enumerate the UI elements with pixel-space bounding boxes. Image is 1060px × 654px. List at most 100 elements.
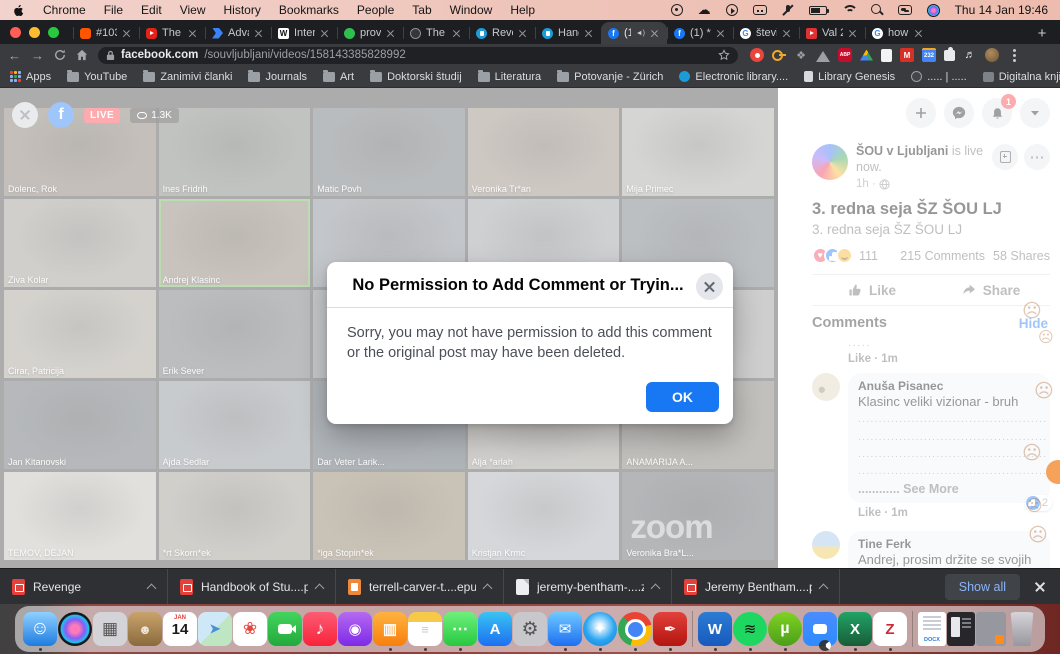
- puzzle-extension-icon[interactable]: [944, 50, 955, 61]
- tab-close-icon[interactable]: [782, 28, 792, 38]
- browser-tab[interactable]: The H: [139, 22, 205, 44]
- tab-close-icon[interactable]: [518, 28, 528, 38]
- bookmark-item[interactable]: YouTube: [67, 71, 127, 83]
- menu-item[interactable]: Tab: [412, 3, 431, 17]
- tab-close-icon[interactable]: [914, 28, 924, 38]
- siri-icon[interactable]: [58, 612, 92, 646]
- download-menu-chevron[interactable]: [483, 583, 493, 593]
- menu-item[interactable]: Help: [510, 3, 535, 17]
- trash-icon[interactable]: [1007, 612, 1037, 646]
- download-menu-chevron[interactable]: [147, 583, 157, 593]
- acrobat-icon[interactable]: ✒: [653, 612, 687, 646]
- tab-close-icon[interactable]: [452, 28, 462, 38]
- zoom-icon[interactable]: [803, 612, 837, 646]
- tab-close-icon[interactable]: [716, 28, 726, 38]
- minimize-window-button[interactable]: [29, 27, 40, 38]
- word-icon[interactable]: W: [698, 612, 732, 646]
- menu-item[interactable]: Chrome: [43, 3, 86, 17]
- document-thumb[interactable]: [947, 612, 975, 646]
- cloud-backup-icon[interactable]: ☁: [698, 4, 711, 16]
- browser-tab[interactable]: Rever: [469, 22, 535, 44]
- excel-icon[interactable]: X: [838, 612, 872, 646]
- app-status-icon[interactable]: [671, 4, 683, 16]
- app-store-icon[interactable]: A: [478, 612, 512, 646]
- bookmark-item[interactable]: Electronic library....: [679, 71, 788, 83]
- messages-icon[interactable]: ⋯: [443, 612, 477, 646]
- finder-icon[interactable]: ☺: [23, 612, 57, 646]
- bookmark-item[interactable]: Doktorski študij: [370, 71, 462, 83]
- maximize-window-button[interactable]: [48, 27, 59, 38]
- download-item[interactable]: jeremy-bentham-....zip: [504, 569, 672, 604]
- browser-tab[interactable]: provis: [337, 22, 403, 44]
- tab-close-icon[interactable]: [650, 28, 660, 38]
- system-preferences-icon[interactable]: ⚙: [513, 612, 547, 646]
- maps-icon[interactable]: ➤: [198, 612, 232, 646]
- apple-menu-icon[interactable]: [12, 3, 25, 18]
- menu-item[interactable]: View: [180, 3, 206, 17]
- bookmark-item[interactable]: ..... | .....: [911, 71, 967, 83]
- browser-tab[interactable]: G števil: [733, 22, 799, 44]
- tab-close-icon[interactable]: [188, 28, 198, 38]
- bookmark-star-icon[interactable]: [718, 49, 730, 61]
- browser-tab[interactable]: Handb: [535, 22, 601, 44]
- download-menu-chevron[interactable]: [819, 583, 829, 593]
- keyboard-icon[interactable]: [753, 5, 767, 15]
- bookmark-item[interactable]: Journals: [248, 71, 307, 83]
- bookmark-item[interactable]: Literatura: [478, 71, 541, 83]
- control-center-icon[interactable]: [898, 5, 912, 15]
- spotlight-search-icon[interactable]: [871, 4, 883, 16]
- close-window-button[interactable]: [10, 27, 21, 38]
- bookmark-item[interactable]: Digitalna knjižnica...: [983, 71, 1060, 83]
- browser-tab[interactable]: Val 20: [799, 22, 865, 44]
- triangle-extension-icon[interactable]: [816, 44, 830, 62]
- browser-tab[interactable]: G how t: [865, 22, 931, 44]
- siri-icon[interactable]: [927, 4, 940, 17]
- download-menu-chevron[interactable]: [315, 583, 325, 593]
- ok-button[interactable]: OK: [646, 382, 719, 412]
- close-downloads-bar-icon[interactable]: [1034, 581, 1046, 593]
- calendar-icon[interactable]: JAN 14: [163, 612, 197, 646]
- dock-separator[interactable]: [692, 611, 693, 647]
- home-button[interactable]: [76, 49, 88, 61]
- dropbox-extension-icon[interactable]: ❖: [794, 48, 808, 62]
- browser-tab[interactable]: #103: [73, 22, 139, 44]
- tab-close-icon[interactable]: [254, 28, 264, 38]
- bookmark-item[interactable]: Art: [323, 71, 354, 83]
- playlist-extension-icon[interactable]: ♬: [963, 48, 977, 62]
- menu-item[interactable]: History: [224, 3, 261, 17]
- google-drive-icon[interactable]: [860, 50, 873, 61]
- document-thumb[interactable]: DOCX: [918, 612, 946, 646]
- menu-bar-clock[interactable]: Thu 14 Jan 19:46: [955, 3, 1048, 17]
- browser-tab[interactable]: W Inters: [271, 22, 337, 44]
- menu-item[interactable]: People: [357, 3, 394, 17]
- spotify-icon[interactable]: ≋: [733, 612, 767, 646]
- tab-close-icon[interactable]: [386, 28, 396, 38]
- back-button[interactable]: ←: [8, 49, 21, 62]
- badge-232-extension-icon[interactable]: 232: [922, 48, 936, 62]
- chrome-menu-icon[interactable]: [1013, 49, 1016, 62]
- browser-tab[interactable]: f (1) *N: [667, 22, 733, 44]
- menu-item[interactable]: Window: [450, 3, 493, 17]
- menu-item[interactable]: File: [104, 3, 123, 17]
- key-extension-icon[interactable]: [772, 48, 786, 62]
- dock-separator[interactable]: [912, 611, 913, 647]
- bookmark-item[interactable]: Library Genesis: [804, 71, 895, 83]
- show-all-downloads-button[interactable]: Show all: [945, 574, 1020, 600]
- podcasts-icon[interactable]: ◉: [338, 612, 372, 646]
- profile-avatar[interactable]: [985, 48, 999, 62]
- tab-close-icon[interactable]: [320, 28, 330, 38]
- notes-icon[interactable]: ≡: [408, 612, 442, 646]
- launchpad-icon[interactable]: ▦: [93, 612, 127, 646]
- document-extension-icon[interactable]: [881, 49, 892, 62]
- new-tab-button[interactable]: +: [1030, 22, 1054, 44]
- chrome-icon[interactable]: [618, 612, 652, 646]
- bookmark-apps[interactable]: Apps: [10, 71, 51, 83]
- music-icon[interactable]: ♪: [303, 612, 337, 646]
- address-bar[interactable]: facebook.com/souvljubljani/videos/158143…: [98, 47, 738, 64]
- safari-icon[interactable]: ✦: [583, 612, 617, 646]
- books-icon[interactable]: ▥: [373, 612, 407, 646]
- download-item[interactable]: Jeremy Bentham....pdf: [672, 569, 840, 604]
- browser-tab[interactable]: The C: [403, 22, 469, 44]
- reload-button[interactable]: [54, 49, 66, 61]
- tab-close-icon[interactable]: [122, 28, 132, 38]
